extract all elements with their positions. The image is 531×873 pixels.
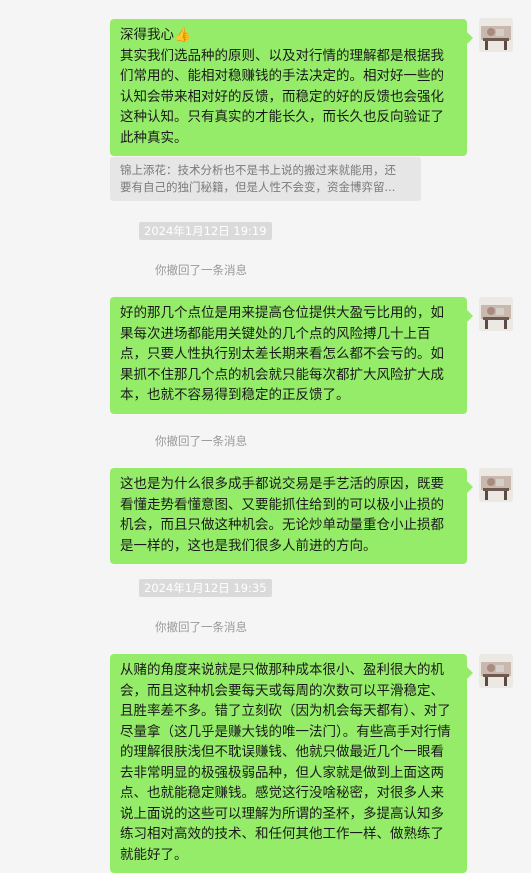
message-bubble[interactable]: 这也是为什么很多成手都说交易是手艺活的原因，既要看懂走势看懂意图、又要能抓住给到…	[110, 468, 473, 564]
quote-line-1: 锦上添花：技术分析也不是书上说的搬过来就能用，还	[120, 163, 396, 177]
recall-notice: 你撤回了一条消息	[155, 263, 247, 277]
avatar[interactable]	[479, 18, 513, 52]
recall-notice: 你撤回了一条消息	[155, 620, 247, 634]
avatar[interactable]	[479, 468, 513, 502]
avatar-image	[479, 468, 513, 502]
avatar-image	[479, 297, 513, 331]
avatar[interactable]	[479, 654, 513, 688]
message-bubble[interactable]: 从赌的角度来说就是只做那种成本很小、盈利很大的机会，而且这种机会要每天或每周的次…	[110, 654, 473, 873]
quoted-message[interactable]: 锦上添花：技术分析也不是书上说的搬过来就能用，还 要有自己的独门秘籍，但是人性不…	[110, 157, 421, 201]
avatar-image	[479, 654, 513, 688]
avatar[interactable]	[479, 297, 513, 331]
recall-notice: 你撤回了一条消息	[155, 434, 247, 448]
timestamp: 2024年1月12日 19:35	[139, 579, 272, 597]
message-bubble[interactable]: 好的那几个点位是用来提高仓位提供大盈亏比用的，如果每次进场都能用关键处的几个点的…	[110, 297, 473, 414]
message-bubble[interactable]: 深得我心👍 其实我们选品种的原则、以及对行情的理解都是根据我们常用的、能相对稳赚…	[110, 19, 473, 156]
timestamp: 2024年1月12日 19:19	[139, 222, 272, 240]
avatar-image	[479, 18, 513, 52]
quote-line-2: 要有自己的独门秘籍，但是人性不会变，资金博弈留...	[120, 180, 396, 194]
